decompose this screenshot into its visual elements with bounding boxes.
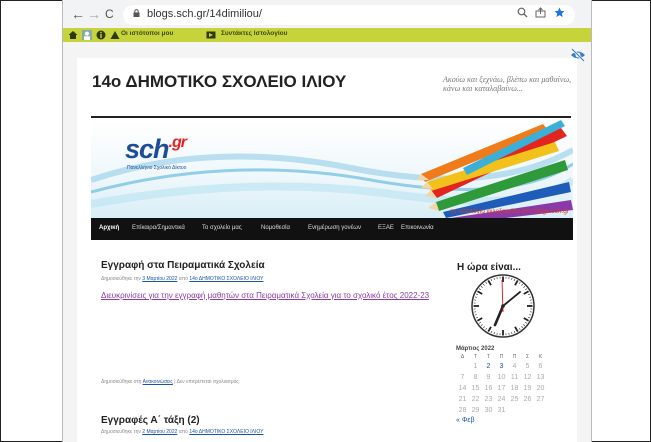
post-meta: Δημοσιεύθηκε την 3 Μαρτίου 2022 από 14ο … <box>101 276 263 282</box>
menu-item-exae[interactable]: ΕΞΑΕ <box>378 225 394 231</box>
calendar-day: 26 <box>523 396 532 403</box>
sites-icon <box>110 31 120 39</box>
post-footer: Δημοσιεύθηκε στη Ανακοινώσεις | Δεν επιτ… <box>101 379 239 385</box>
post-category-link[interactable]: Ανακοινώσεις <box>143 379 173 385</box>
post-date-link[interactable]: 3 Μαρτίου 2022 <box>142 276 177 282</box>
calendar-day: 11 <box>510 374 519 381</box>
calendar-day: 30 <box>484 407 493 414</box>
calendar-day-header: Π <box>512 354 517 360</box>
post-meta-by: από <box>178 429 188 435</box>
sch-logo-subtitle: Πανελλήνιο Σχολικό Δίκτυο <box>127 165 187 171</box>
calendar-day: 24 <box>497 396 506 403</box>
site-title[interactable]: 14ο ΔΗΜΟΤΙΚΟ ΣΧΟΛΕΙΟ ΙΛΙΟΥ <box>92 72 346 92</box>
browser-window: ← → C blogs.sch.gr/14dimiliou/ Οι ιστότο… <box>62 0 592 442</box>
calendar-day: 22 <box>471 396 480 403</box>
header-divider <box>91 116 571 118</box>
post-meta: Δημοσιεύθηκε την 2 Μαρτίου 2022 από 14ο … <box>101 429 263 435</box>
calendar-day-header: Κ <box>538 354 543 360</box>
calendar-day-header: Δ <box>460 354 465 360</box>
colored-pencils-image <box>417 120 573 218</box>
post-footer-prefix: Δημοσιεύθηκε στη <box>101 379 142 385</box>
lock-icon <box>133 9 140 17</box>
calendar-day: 27 <box>536 396 545 403</box>
calendar-day: 10 <box>497 374 506 381</box>
post-meta-by: από <box>178 276 188 282</box>
calendar-day: 17 <box>497 385 506 392</box>
header-banner: sch.gr Πανελλήνιο Σχολικό Δίκτυο το ιστο… <box>91 120 573 218</box>
calendar-title: Μάρτιος 2022 <box>456 346 495 352</box>
calendar-day: 5 <box>525 363 530 370</box>
post-title[interactable]: Εγγραφή στα Πειραματικά Σχολεία <box>101 260 265 271</box>
calendar-day: 13 <box>536 374 545 381</box>
calendar-day: 7 <box>460 374 465 381</box>
calendar-day-link[interactable]: 2 <box>482 361 495 372</box>
calendar-day: 1 <box>473 363 478 370</box>
url-text[interactable]: blogs.sch.gr/14dimiliou/ <box>147 8 262 20</box>
post-meta-prefix: Δημοσιεύθηκε την <box>101 276 141 282</box>
menu-item-home[interactable]: Αρχική <box>99 225 119 231</box>
menu-item-legislation[interactable]: Νομοθεσία <box>261 225 290 231</box>
calendar-day: 18 <box>510 385 519 392</box>
calendar-widget: Μάρτιος 2022 Δ Τ Τ Π Π Σ Κ 1 2 3 4 5 6 7… <box>456 346 547 424</box>
calendar-day: 25 <box>510 396 519 403</box>
post-footer-suffix: | Δεν επιτρέπεται σχολιασμός <box>174 379 239 385</box>
post-content-link[interactable]: Διευκρινίσεις για την εγγραφή μαθητών στ… <box>101 289 431 303</box>
calendar-day-header: Τ <box>486 354 491 360</box>
browser-toolbar: ← → C blogs.sch.gr/14dimiliou/ <box>63 0 591 28</box>
post-meta-prefix: Δημοσιεύθηκε την <box>101 429 141 435</box>
blog-page: 14ο ΔΗΜΟΤΙΚΟ ΣΧΟΛΕΙΟ ΙΛΙΟΥ Ακούω και ξεχ… <box>77 58 577 442</box>
calendar-day: 29 <box>471 407 480 414</box>
site-tagline: Ακούω και ξεχνάω, βλέπω και μαθαίνω, κάν… <box>443 75 572 93</box>
calendar-day: 9 <box>486 374 491 381</box>
zoom-icon[interactable] <box>517 7 528 18</box>
calendar-day: 16 <box>484 385 493 392</box>
calendar-day-header: Σ <box>525 354 530 360</box>
reload-button[interactable]: C <box>105 7 114 21</box>
calendar-day: 31 <box>497 407 506 414</box>
calendar-day-header: Τ <box>473 354 478 360</box>
calendar-day: 4 <box>512 363 517 370</box>
sch-logo: sch.gr <box>125 134 187 164</box>
back-button[interactable]: ← <box>71 6 85 22</box>
calendar-day: 19 <box>523 385 532 392</box>
calendar-day-header: Π <box>499 354 504 360</box>
info-icon[interactable] <box>96 30 106 40</box>
my-sites-link[interactable]: Οι ιστότοποι μου <box>121 30 173 37</box>
post-date-link[interactable]: 2 Μαρτίου 2022 <box>142 429 177 435</box>
calendar-day-link[interactable]: 3 <box>495 361 508 372</box>
menu-item-our-school[interactable]: Το σχολείο μας <box>202 225 242 231</box>
post-title[interactable]: Εγγραφές Α΄ τάξη (2) <box>101 415 200 426</box>
home-icon[interactable] <box>68 30 78 40</box>
forward-button[interactable]: → <box>87 6 101 22</box>
menu-item-parents[interactable]: Ενημέρωση γονέων <box>308 225 361 231</box>
share-icon[interactable] <box>535 7 546 18</box>
post-author-link[interactable]: 14ο ΔΗΜΟΤΙΚΟ ΣΧΟΛΕΙΟ ΙΛΙΟΥ <box>189 276 263 282</box>
user-avatar-icon[interactable] <box>82 30 92 40</box>
calendar-day: 21 <box>458 396 467 403</box>
calendar-day: 8 <box>473 374 478 381</box>
calendar-day: 14 <box>458 385 467 392</box>
main-menu: Αρχική Επίκαιρα/Σημαντικά Το σχολείο μας… <box>91 218 573 240</box>
calendar-day: 28 <box>458 407 467 414</box>
post-author-link[interactable]: 14ο ΔΗΜΟΤΙΚΟ ΣΧΟΛΕΙΟ ΙΛΙΟΥ <box>189 429 263 435</box>
menu-item-news[interactable]: Επίκαιρα/Σημαντικά <box>132 225 185 231</box>
admin-bar: Οι ιστότοποι μου Συντάκτες Ιστολογίου <box>63 28 591 42</box>
menu-item-contact[interactable]: Επικοινωνία <box>401 225 434 231</box>
editor-link[interactable]: Συντάκτες Ιστολογίου <box>221 30 287 37</box>
analog-clock <box>471 274 535 338</box>
editor-icon <box>206 31 216 39</box>
calendar-grid: Δ Τ Τ Π Π Σ Κ 1 2 3 4 5 6 7 8 9 10 11 12 <box>456 353 547 416</box>
calendar-day: 6 <box>538 363 543 370</box>
hosted-note: το ιστολόγιο φιλοξενείται στο blogs.sch.… <box>450 208 569 215</box>
calendar-day: 23 <box>484 396 493 403</box>
calendar-day: 12 <box>523 374 532 381</box>
calendar-day: 15 <box>471 385 480 392</box>
star-bookmark-icon[interactable] <box>554 7 565 18</box>
calendar-day: 20 <box>536 385 545 392</box>
calendar-prev-month-link[interactable]: « Φεβ <box>456 417 547 424</box>
